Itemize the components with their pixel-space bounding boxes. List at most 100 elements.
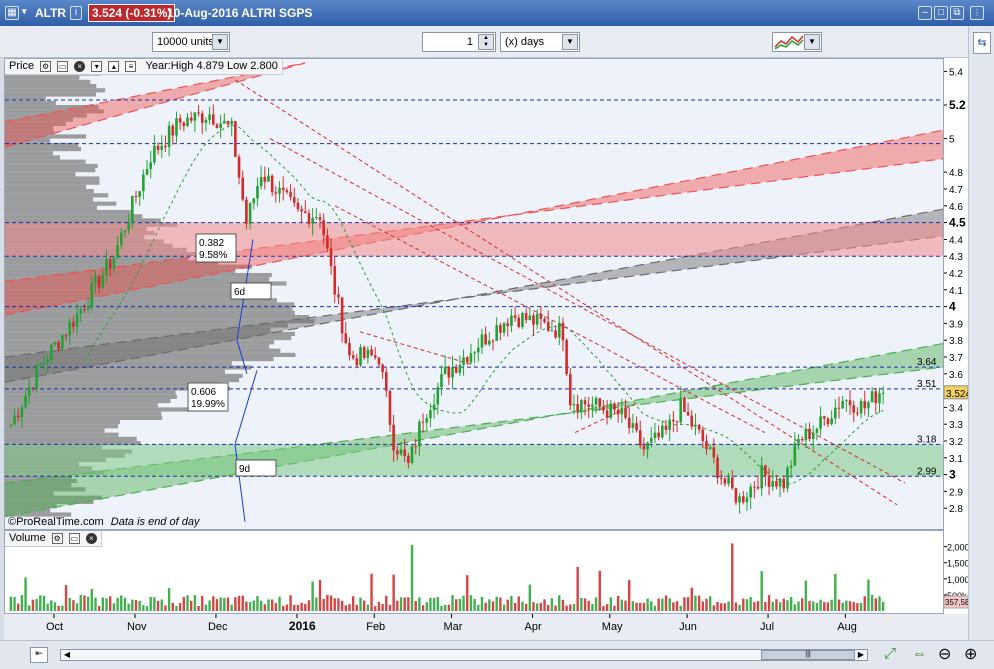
y-tick-label: 3.1: [949, 454, 963, 465]
volume-bar: [193, 595, 197, 611]
volume-profile-bar: [5, 79, 91, 84]
dropdown-arrow-icon[interactable]: ▾: [22, 6, 27, 17]
volume-profile-bar: [5, 176, 100, 181]
candle-body: [491, 340, 495, 342]
wrench-icon[interactable]: ⚙: [51, 532, 63, 544]
minimize-icon[interactable]: –: [918, 6, 932, 20]
candle-body: [20, 407, 24, 418]
candle-body: [116, 245, 119, 258]
resistance-zone: [5, 222, 943, 257]
price-chart[interactable]: 0.3829.58% 0.60619.99% 6d 9d 3.64 3.51 3.18 2.9…: [5, 59, 943, 529]
grid-icon[interactable]: ▦: [5, 6, 19, 20]
scroll-start-icon[interactable]: ⇤: [30, 647, 48, 663]
candle-body: [465, 357, 469, 363]
candle-body: [649, 438, 653, 443]
candle: [565, 338, 568, 377]
chart-footer: ©ProRealTime.com Data is end of day: [8, 516, 199, 528]
volume-bar: [374, 606, 377, 611]
move-down-icon[interactable]: ▾: [91, 60, 103, 72]
volume-bar: [362, 600, 366, 611]
chevron-down-icon[interactable]: ▼: [562, 34, 578, 50]
volume-bar: [543, 599, 546, 611]
y-tick-label: 3.3: [949, 420, 963, 431]
candle-body: [598, 398, 602, 407]
maximize-icon[interactable]: □: [934, 6, 948, 20]
volume-bar: [86, 596, 90, 611]
volume-bar: [874, 598, 877, 611]
candle-body: [219, 123, 222, 129]
volume-bar: [178, 603, 182, 611]
volume-bar: [432, 598, 436, 611]
period-unit-select[interactable]: (x) days ▼: [500, 32, 580, 52]
window-icon[interactable]: ▭: [57, 60, 69, 72]
zoom-range-icon[interactable]: ⇔: [912, 645, 927, 662]
volume-bar: [469, 595, 473, 611]
chevron-down-icon[interactable]: ▼: [804, 34, 820, 50]
candle-body: [79, 309, 83, 314]
menu-icon[interactable]: ⋮: [970, 6, 984, 20]
candle-body: [727, 477, 730, 484]
candle-body: [315, 217, 318, 219]
time-axis[interactable]: Oct Nov Dec 2016 Feb Mar Apr May Jun Jul Aug: [4, 614, 968, 640]
candle-body: [377, 357, 381, 365]
scroll-left-icon[interactable]: ◀: [61, 650, 73, 660]
window-icon[interactable]: ▭: [68, 532, 80, 544]
volume-bar: [867, 579, 870, 611]
candle-body: [359, 347, 362, 366]
units-select[interactable]: 10000 units ▼: [152, 32, 230, 52]
stepper-icon[interactable]: ▲ ▼: [478, 34, 494, 50]
volume-bar: [134, 599, 138, 611]
volume-bar: [532, 602, 535, 611]
volume-bar: [524, 603, 528, 611]
candle-body: [259, 176, 263, 187]
chevron-down-icon[interactable]: ▼: [212, 34, 228, 50]
zoom-fit-icon[interactable]: ⤢: [884, 645, 896, 662]
volume-bar: [109, 596, 112, 611]
volume-bar: [513, 603, 517, 611]
volume-bar: [881, 601, 885, 611]
chart-type-button[interactable]: ▼: [772, 32, 822, 52]
volume-profile-bar: [5, 189, 94, 194]
close-icon[interactable]: ×: [74, 60, 86, 72]
volume-bar: [870, 595, 874, 611]
period-unit-value: (x) days: [505, 36, 545, 48]
side-panel-toggle-icon[interactable]: ⇆: [973, 32, 991, 54]
scrollbar-thumb[interactable]: |||: [761, 650, 855, 660]
candle-body: [565, 340, 568, 375]
volume-bar: [488, 599, 491, 611]
horizontal-scrollbar[interactable]: ◀ ||| ▶: [60, 649, 868, 661]
properties-icon[interactable]: ≡: [125, 60, 137, 72]
restore-icon[interactable]: ⧉: [950, 6, 964, 20]
candle-body: [815, 428, 819, 433]
close-icon[interactable]: ×: [85, 532, 97, 544]
volume-bar: [337, 598, 340, 611]
y-tick-label: 3.9: [949, 319, 963, 330]
x-tick-label: Apr: [524, 621, 541, 633]
wrench-icon[interactable]: ⚙: [40, 60, 52, 72]
candle-body: [852, 405, 856, 413]
volume-profile-bar: [5, 218, 161, 223]
volume-bar: [215, 599, 219, 611]
volume-bar: [300, 602, 303, 611]
candle-body: [421, 421, 425, 423]
candle-body: [808, 428, 811, 440]
scroll-right-icon[interactable]: ▶: [855, 650, 867, 660]
volume-bar: [484, 602, 487, 611]
info-icon[interactable]: i: [70, 6, 82, 20]
volume-bar: [315, 597, 318, 611]
x-tick-label: Mar: [444, 621, 463, 633]
volume-bar: [127, 603, 130, 611]
cycle-annotation-text: 9d: [239, 464, 250, 475]
x-tick-label: Aug: [837, 621, 857, 633]
volume-profile-bar: [5, 180, 100, 185]
volume-chart[interactable]: [5, 531, 943, 613]
volume-bar: [241, 595, 244, 611]
volume-bar: [340, 600, 344, 611]
move-up-icon[interactable]: ▴: [108, 60, 120, 72]
period-input[interactable]: 1 ▲ ▼: [422, 32, 496, 52]
price-axis[interactable]: 5.4 5.2 5 4.8 4.7 4.6 4.5 4.4 4.3 4.2 4.1 4 3.9 3.8 3.…: [944, 58, 968, 530]
candle-body: [241, 177, 245, 200]
candle: [786, 465, 789, 493]
zoom-out-icon[interactable]: ⊖: [938, 644, 951, 664]
zoom-in-icon[interactable]: ⊕: [964, 644, 977, 664]
